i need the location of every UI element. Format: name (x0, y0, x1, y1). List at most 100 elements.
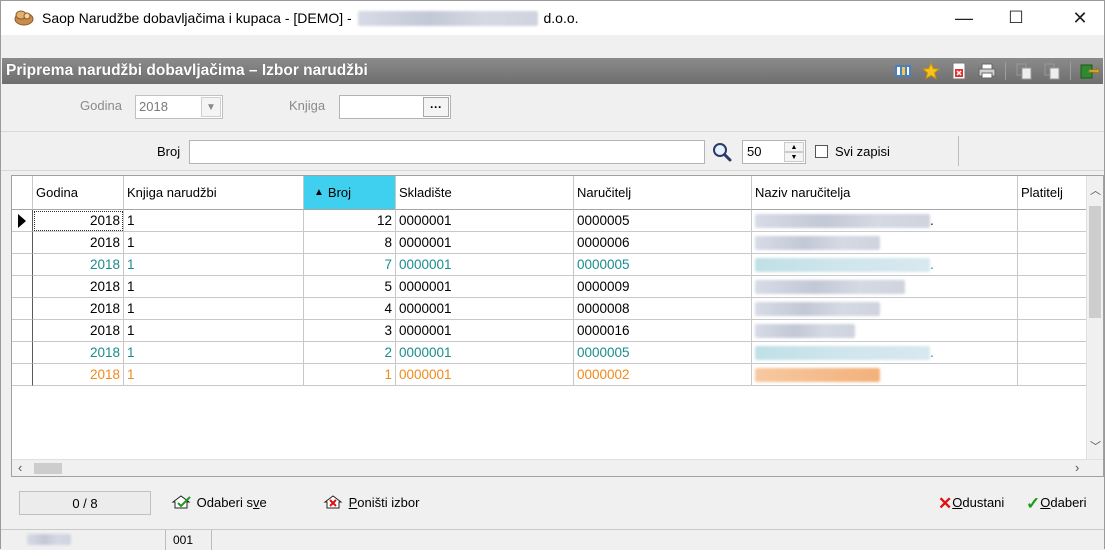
select-all-button[interactable]: Odaberi sve (171, 494, 267, 510)
clear-selection-button[interactable]: Poništi izbor (323, 494, 419, 510)
row-indicator[interactable] (12, 342, 33, 364)
cell-skladiste[interactable]: 0000001 (396, 320, 574, 342)
cell-platitelj[interactable] (1018, 298, 1088, 320)
table-row[interactable]: 2018 1 4 0000001 0000008 (12, 298, 1088, 320)
col-header-narucitelj[interactable]: Naručitelj (574, 176, 752, 210)
cell-narucitelj[interactable]: 0000005 (574, 254, 752, 276)
columns-icon[interactable] (893, 61, 913, 81)
table-row[interactable]: 2018 1 7 0000001 0000005. (12, 254, 1088, 276)
row-indicator[interactable] (12, 298, 33, 320)
cell-platitelj[interactable] (1018, 364, 1088, 386)
cell-narucitelj[interactable]: 0000005 (574, 210, 752, 232)
chevron-down-icon[interactable]: ▼ (201, 97, 221, 117)
cell-knjiga[interactable]: 1 (124, 254, 304, 276)
cell-knjiga[interactable]: 1 (124, 320, 304, 342)
cancel-button[interactable]: ✕Odustani (938, 494, 1004, 514)
cell-knjiga[interactable]: 1 (124, 364, 304, 386)
godina-select[interactable]: 2018 ▼ (135, 95, 223, 119)
exit-icon[interactable] (1079, 61, 1099, 81)
col-header-naziv[interactable]: Naziv naručitelja (752, 176, 1018, 210)
stepper-up-icon[interactable]: ▲ (784, 142, 804, 152)
cell-narucitelj[interactable]: 0000006 (574, 232, 752, 254)
col-header-skladiste[interactable]: Skladište (396, 176, 574, 210)
cell-platitelj[interactable] (1018, 232, 1088, 254)
cell-naziv[interactable] (752, 364, 1018, 386)
cell-broj[interactable]: 3 (304, 320, 396, 342)
table-row[interactable]: 2018 1 12 0000001 0000005. (12, 210, 1088, 232)
cell-skladiste[interactable]: 0000001 (396, 232, 574, 254)
cell-skladiste[interactable]: 0000001 (396, 364, 574, 386)
cell-platitelj[interactable] (1018, 320, 1088, 342)
knjiga-field[interactable]: ··· (339, 95, 451, 119)
cell-broj[interactable]: 12 (304, 210, 396, 232)
col-header-knjiga[interactable]: Knjiga narudžbi (124, 176, 304, 210)
cell-naziv[interactable] (752, 298, 1018, 320)
cell-naziv[interactable] (752, 232, 1018, 254)
stepper-down-icon[interactable]: ▼ (784, 152, 804, 162)
cell-skladiste[interactable]: 0000001 (396, 210, 574, 232)
cell-naziv[interactable]: . (752, 254, 1018, 276)
cell-knjiga[interactable]: 1 (124, 276, 304, 298)
scroll-left-icon[interactable]: ‹ (18, 460, 22, 475)
broj-search-input[interactable] (189, 140, 705, 164)
cell-godina[interactable]: 2018 (33, 210, 124, 232)
cell-platitelj[interactable] (1018, 254, 1088, 276)
cell-platitelj[interactable] (1018, 342, 1088, 364)
table-row[interactable]: 2018 1 8 0000001 0000006 (12, 232, 1088, 254)
cell-skladiste[interactable]: 0000001 (396, 298, 574, 320)
cell-skladiste[interactable]: 0000001 (396, 276, 574, 298)
vertical-scrollbar[interactable]: ︿ ﹀ (1086, 176, 1103, 461)
maximize-button[interactable]: ☐ (993, 1, 1039, 35)
cell-naziv[interactable] (752, 320, 1018, 342)
row-indicator[interactable] (12, 364, 33, 386)
cell-broj[interactable]: 8 (304, 232, 396, 254)
cell-naziv[interactable]: . (752, 342, 1018, 364)
search-icon[interactable] (711, 141, 733, 163)
cell-knjiga[interactable]: 1 (124, 298, 304, 320)
cell-narucitelj[interactable]: 0000016 (574, 320, 752, 342)
cell-broj[interactable]: 5 (304, 276, 396, 298)
cell-platitelj[interactable] (1018, 210, 1088, 232)
row-indicator[interactable] (12, 254, 33, 276)
cell-godina[interactable]: 2018 (33, 298, 124, 320)
col-header-platitelj[interactable]: Platitelj (1018, 176, 1088, 210)
cell-godina[interactable]: 2018 (33, 254, 124, 276)
horizontal-scrollbar[interactable]: ‹ › (12, 459, 1103, 476)
row-indicator[interactable] (12, 210, 33, 232)
scroll-right-icon[interactable]: › (1075, 460, 1079, 475)
cell-godina[interactable]: 2018 (33, 232, 124, 254)
col-header-broj[interactable]: ▲ Broj (304, 176, 396, 210)
record-count-stepper[interactable]: 50 ▲ ▼ (742, 140, 806, 164)
row-indicator[interactable] (12, 232, 33, 254)
table-row[interactable]: 2018 1 3 0000001 0000016 (12, 320, 1088, 342)
cell-narucitelj[interactable]: 0000005 (574, 342, 752, 364)
cell-knjiga[interactable]: 1 (124, 210, 304, 232)
scroll-up-icon[interactable]: ︿ (1090, 182, 1101, 198)
browse-button[interactable]: ··· (423, 97, 449, 117)
cell-knjiga[interactable]: 1 (124, 232, 304, 254)
row-indicator[interactable] (12, 276, 33, 298)
svi-zapisi-checkbox[interactable] (815, 145, 828, 158)
cell-godina[interactable]: 2018 (33, 342, 124, 364)
minimize-button[interactable]: — (941, 1, 987, 35)
cell-broj[interactable]: 4 (304, 298, 396, 320)
cell-broj[interactable]: 1 (304, 364, 396, 386)
cell-godina[interactable]: 2018 (33, 364, 124, 386)
close-button[interactable]: ✕ (1057, 1, 1103, 35)
paste-icon[interactable] (1042, 61, 1062, 81)
delete-doc-icon[interactable] (949, 61, 969, 81)
cell-godina[interactable]: 2018 (33, 320, 124, 342)
horizontal-scroll-thumb[interactable] (34, 463, 62, 474)
table-row[interactable]: 2018 1 2 0000001 0000005. (12, 342, 1088, 364)
star-icon[interactable] (921, 61, 941, 81)
table-row[interactable]: 2018 1 1 0000001 0000002 (12, 364, 1088, 386)
cell-godina[interactable]: 2018 (33, 276, 124, 298)
print-icon[interactable] (977, 61, 997, 81)
cell-naziv[interactable]: . (752, 210, 1018, 232)
cell-naziv[interactable] (752, 276, 1018, 298)
cell-platitelj[interactable] (1018, 276, 1088, 298)
table-row[interactable]: 2018 1 5 0000001 0000009 (12, 276, 1088, 298)
cell-broj[interactable]: 7 (304, 254, 396, 276)
copy-icon[interactable] (1014, 61, 1034, 81)
scroll-down-icon[interactable]: ﹀ (1090, 438, 1101, 454)
